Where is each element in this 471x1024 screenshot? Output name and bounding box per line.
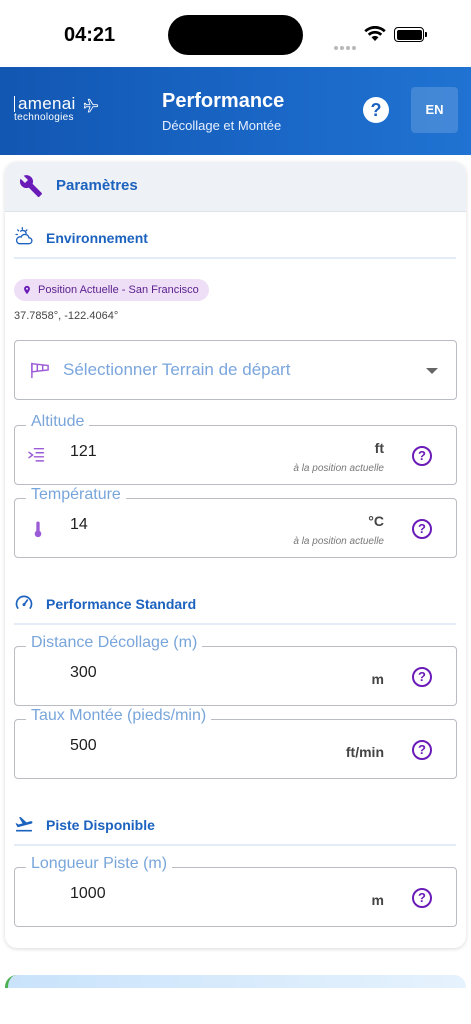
- altitude-label: Altitude: [26, 413, 90, 431]
- section-title-standard: Performance Standard: [46, 596, 197, 612]
- dynamic-island: [168, 15, 303, 55]
- card-title: Paramètres: [56, 177, 138, 194]
- altitude-field[interactable]: Altitude 121 ft à la position actuelle ?: [14, 413, 457, 485]
- altitude-unit: ft: [374, 440, 384, 456]
- takeoff-icon: [15, 816, 33, 832]
- climb-rate-value: 500: [70, 737, 97, 754]
- runway-length-help-icon[interactable]: ?: [412, 888, 432, 908]
- climb-rate-field[interactable]: Taux Montée (pieds/min) 500 ft/min ?: [14, 707, 457, 779]
- temperature-value: 14: [70, 516, 88, 533]
- section-divider: [14, 844, 456, 846]
- location-chip[interactable]: Position Actuelle - San Francisco: [14, 279, 209, 301]
- bottom-fade: [0, 988, 471, 1024]
- help-button[interactable]: ?: [363, 97, 389, 123]
- coordinates-text: 37.7858°, -122.4064°: [14, 310, 119, 322]
- dropdown-caret-icon: [426, 368, 438, 374]
- section-divider: [14, 257, 456, 259]
- temperature-help-icon[interactable]: ?: [412, 519, 432, 539]
- section-title-environment: Environnement: [46, 230, 148, 246]
- airplane-icon: [83, 98, 99, 113]
- location-pin-icon: [24, 285, 30, 295]
- page-subtitle: Décollage et Montée: [162, 118, 282, 133]
- battery-icon: [394, 27, 427, 42]
- climb-rate-label: Taux Montée (pieds/min): [26, 707, 212, 725]
- altitude-help-icon[interactable]: ?: [412, 446, 432, 466]
- section-divider: [14, 623, 456, 625]
- logo-wordmark: amenai: [14, 95, 76, 112]
- takeoff-distance-label: Distance Décollage (m): [26, 634, 203, 652]
- section-title-runway: Piste Disponible: [46, 817, 155, 833]
- takeoff-distance-value: 300: [70, 664, 97, 681]
- departure-airfield-select[interactable]: Sélectionner Terrain de départ: [14, 340, 457, 400]
- temperature-field[interactable]: Température 14 °C à la position actuelle…: [14, 486, 457, 558]
- climb-rate-unit: ft/min: [345, 744, 384, 760]
- temperature-label: Température: [26, 486, 126, 504]
- takeoff-distance-help-icon[interactable]: ?: [412, 667, 432, 687]
- section-runway: Piste Disponible: [14, 804, 456, 846]
- section-environment: Environnement: [14, 217, 456, 259]
- climb-rate-help-icon[interactable]: ?: [412, 740, 432, 760]
- wrench-icon: [19, 175, 42, 197]
- takeoff-distance-unit: m: [371, 671, 384, 687]
- select-placeholder: Sélectionner Terrain de départ: [63, 360, 291, 379]
- section-standard-performance: Performance Standard: [14, 583, 456, 625]
- altitude-hint: à la position actuelle: [293, 463, 384, 474]
- altitude-value: 121: [70, 443, 97, 460]
- speedometer-icon: [15, 595, 33, 609]
- takeoff-distance-field[interactable]: Distance Décollage (m) 300 m ?: [14, 634, 457, 706]
- location-chip-label: Position Actuelle - San Francisco: [38, 284, 199, 296]
- parameters-card: Paramètres Environnement Position Actuel…: [5, 162, 466, 948]
- amenai-logo: amenai technologies: [14, 95, 99, 123]
- runway-length-label: Longueur Piste (m): [26, 855, 173, 873]
- page-title: Performance: [162, 90, 285, 112]
- runway-length-value: 1000: [70, 885, 106, 902]
- cellular-signal-icon: [334, 37, 358, 55]
- runway-length-field[interactable]: Longueur Piste (m) 1000 m ?: [14, 855, 457, 927]
- thermometer-icon: [34, 521, 42, 538]
- status-bar: 04:21: [0, 0, 471, 67]
- language-button[interactable]: EN: [411, 87, 458, 133]
- windsock-icon: [31, 362, 49, 379]
- temperature-unit: °C: [368, 513, 384, 529]
- altitude-icon: [28, 447, 45, 462]
- runway-length-unit: m: [371, 892, 384, 908]
- app-header: amenai technologies Performance Décollag…: [0, 67, 471, 155]
- weather-icon: [15, 227, 33, 245]
- card-header: Paramètres: [5, 162, 466, 212]
- logo-tagline: technologies: [14, 112, 74, 123]
- status-time: 04:21: [64, 24, 116, 46]
- temperature-hint: à la position actuelle: [293, 536, 384, 547]
- wifi-icon: [364, 25, 386, 47]
